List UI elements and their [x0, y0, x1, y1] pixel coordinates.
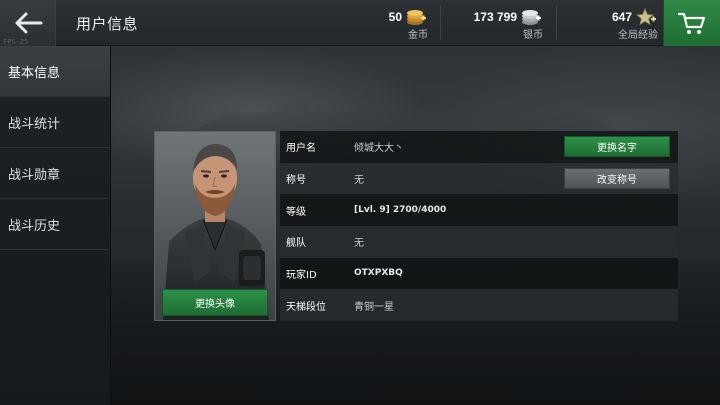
sidebar-item-label: 战斗勋章	[8, 167, 61, 183]
change-name-button[interactable]: 更换名字	[564, 136, 670, 157]
xp-amount: 647	[611, 10, 632, 24]
gold-currency[interactable]: 50 金币	[370, 5, 428, 41]
username-value: 倾城大大丶	[354, 143, 404, 155]
player-id-label: 玩家ID	[286, 269, 317, 281]
gold-coin-icon	[407, 10, 426, 25]
star-xp-icon	[636, 8, 656, 26]
xp-label: 全局经验	[618, 30, 658, 41]
page-title: 用户信息	[76, 15, 139, 33]
info-row-level: 等级 [Lvl. 9] 2700/4000	[280, 194, 678, 226]
title-value: 无	[354, 174, 364, 186]
silver-label: 银币	[523, 30, 543, 41]
fps-counter: FPS 25	[3, 38, 29, 46]
gold-amount: 50	[388, 10, 402, 24]
header-divider	[556, 6, 557, 40]
silver-coin-icon	[522, 10, 541, 25]
username-label: 用户名	[286, 143, 316, 155]
back-arrow-icon	[15, 12, 42, 34]
info-row-fleet: 舰队 无	[280, 225, 678, 258]
player-id-value: OTXPXBQ	[354, 268, 403, 279]
title-label: 称号	[286, 174, 306, 186]
top-bar: FPS 25 用户信息 50 金币 173 799 银币 647 全局经验	[0, 0, 720, 46]
sidebar-item-label: 战斗历史	[8, 218, 61, 234]
sidebar-item-basic-info[interactable]: 基本信息	[0, 46, 110, 97]
silver-amount: 173 799	[473, 10, 517, 24]
background-ship-silhouette	[190, 96, 620, 132]
shopping-cart-icon	[677, 12, 706, 34]
sidebar: 基本信息 战斗统计 战斗勋章 战斗历史	[0, 46, 111, 405]
level-label: 等级	[286, 206, 306, 218]
gold-label: 金币	[408, 30, 428, 41]
sidebar-item-battle-stats[interactable]: 战斗统计	[0, 97, 110, 148]
shop-cart-button[interactable]	[663, 0, 720, 46]
ladder-rank-value: 青铜一星	[354, 301, 394, 313]
level-value: [Lvl. 9] 2700/4000	[354, 205, 447, 216]
info-row-player-id: 玩家ID OTXPXBQ	[280, 257, 678, 290]
header-divider	[440, 6, 441, 40]
change-title-button[interactable]: 改变称号	[564, 167, 670, 189]
profile-info-table: 用户名 倾城大大丶 更换名字 称号 无 改变称号 等级 [Lvl. 9] 270…	[280, 131, 678, 321]
change-avatar-button[interactable]: 更换头像	[162, 289, 268, 316]
sidebar-item-label: 基本信息	[8, 65, 61, 81]
silver-currency[interactable]: 173 799 银币	[455, 5, 543, 41]
fleet-label: 舰队	[286, 238, 306, 250]
ladder-rank-label: 天梯段位	[286, 301, 326, 313]
sidebar-item-battle-history[interactable]: 战斗历史	[0, 199, 110, 250]
fleet-value: 无	[354, 238, 364, 250]
info-row-ladder-rank: 天梯段位 青铜一星	[280, 289, 678, 321]
global-xp[interactable]: 647 全局经验	[600, 5, 658, 41]
info-row-username: 用户名 倾城大大丶 更换名字	[280, 131, 678, 163]
sidebar-item-battle-medals[interactable]: 战斗勋章	[0, 148, 110, 199]
info-row-title: 称号 无 改变称号	[280, 162, 678, 195]
sidebar-item-label: 战斗统计	[8, 116, 61, 132]
